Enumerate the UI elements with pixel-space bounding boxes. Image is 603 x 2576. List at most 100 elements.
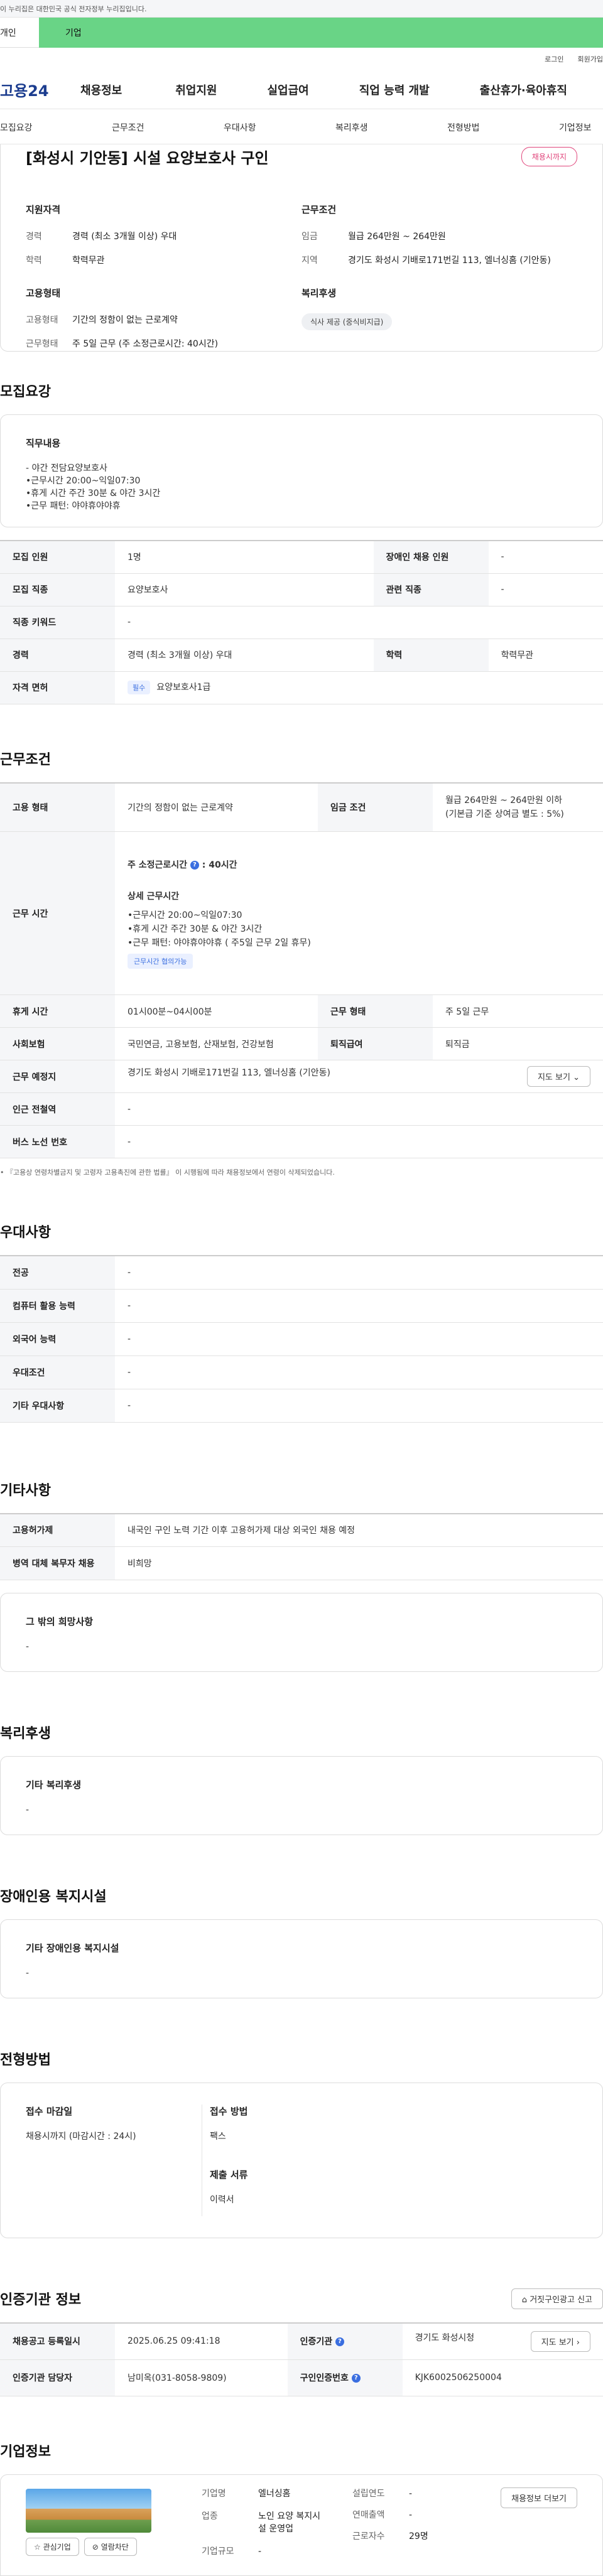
map-button[interactable]: 지도 보기 ⌄ <box>526 1066 590 1087</box>
summary-row: 근무형태 주 5일 근무 (주 소정근로시간: 40시간) <box>26 339 219 349</box>
global-nav: 고용24 채용정보 취업지원 실업급여 직업 능력 개발 출산휴가·육아휴직 <box>0 70 603 109</box>
block-company-button[interactable]: ⊘ 열람차단 <box>84 2537 137 2556</box>
summary-row: 지역 경기도 화성시 기배로171번길 113, 엘너싱홈 (기안동) <box>302 256 551 266</box>
table-row: 고용 형태 기간의 정함이 없는 근로계약 임금 조건 월급 264만원 ~ 26… <box>0 782 603 832</box>
gnb-job-info[interactable]: 채용정보 <box>80 82 122 98</box>
table-row: 우대조건 - <box>0 1355 603 1389</box>
gnb-maternity-leave[interactable]: 출산휴가·육아휴직 <box>480 82 567 98</box>
table-row: 채용공고 등록일시 2025.06.25 09:41:18 인증기관 ? 경기도 … <box>0 2323 603 2360</box>
summary-row: 고용형태 기간의 정함이 없는 근로계약 <box>26 315 178 325</box>
table-row: 휴게 시간 01시00분~04시00분 근무 형태 주 5일 근무 <box>0 994 603 1028</box>
gnb-employment-support[interactable]: 취업지원 <box>175 82 217 98</box>
table-row: 전공 - <box>0 1256 603 1290</box>
welfare-heading: 복리후생 <box>302 288 337 299</box>
table-row: 근무 예정지 경기도 화성시 기배로171번길 113, 엘너싱홈 (기안동) 지… <box>0 1060 603 1093</box>
selection-box: 접수 마감일 채용시까지 (마감시간 : 24시) 접수 방법 팩스 제출 서류… <box>0 2083 603 2238</box>
table-row: 병역 대체 복무자 채용 비희망 <box>0 1546 603 1580</box>
etc-section-title: 기타사항 <box>0 1482 51 1499</box>
other-wishes-box: 그 밖의 희망사항 - <box>0 1593 603 1672</box>
service-tabs: 개인 기업 <box>0 18 603 48</box>
table-row: 기타 우대사항 - <box>0 1389 603 1423</box>
welfare-chip: 식사 제공 (중식비지급) <box>302 313 393 330</box>
more-jobs-button[interactable]: 채용정보 더보기 <box>501 2487 577 2508</box>
tab-individual[interactable]: 개인 <box>0 18 39 48</box>
duty-line: •휴게 시간 주간 30분 & 야간 3시간 <box>26 488 161 498</box>
pref-section-title: 우대사항 <box>0 1225 51 1241</box>
info-icon[interactable]: ? <box>335 2337 344 2347</box>
duty-box: 직무내용 - 야간 전담요양보호사 •근무시간 20:00~익일07:30 •휴… <box>0 414 603 527</box>
welfare-section-title: 복리후생 <box>0 1726 51 1742</box>
condition-heading: 근무조건 <box>302 204 337 215</box>
summary-row: 임금 월급 264만원 ~ 264만원 <box>302 232 446 242</box>
agency-map-button[interactable]: 지도 보기 › <box>530 2331 590 2352</box>
table-row: 모집 인원 1명 장애인 채용 인원 - <box>0 541 603 574</box>
table-row: 직종 키워드 - <box>0 606 603 639</box>
required-tag: 필수 <box>128 681 151 694</box>
info-icon[interactable]: ? <box>351 2374 361 2383</box>
deadline-badge: 채용시까지 <box>521 147 577 166</box>
duty-line: •근무시간 20:00~익일07:30 <box>26 476 141 486</box>
anchor-work[interactable]: 근무조건 <box>112 121 144 134</box>
company-section-title: 기업정보 <box>0 2444 51 2460</box>
like-company-button[interactable]: ☆ 관심기업 <box>26 2537 79 2556</box>
negotiable-tag: 근무시간 협의가능 <box>128 953 193 969</box>
job-summary-card: [화성시 기안동] 시설 요양보호사 구인 채용시까지 지원자격 경력 경력 (최… <box>0 144 603 352</box>
table-row: 인근 전철역 - <box>0 1092 603 1126</box>
summary-row: 학력 학력무관 <box>26 256 105 266</box>
recruit-table: 모집 인원 1명 장애인 채용 인원 - 모집 직종 요양보호사 관련 직종 - 직종 … <box>0 540 603 704</box>
table-row: 컴퓨터 활용 능력 - <box>0 1289 603 1323</box>
table-row: 인증기관 담당자 남미옥(031-8058-9809) 구인인증번호 ? KJK6… <box>0 2359 603 2396</box>
table-row: 경력 경력 (최소 3개월 이상) 우대 학력 학력무관 <box>0 639 603 672</box>
table-row: 근무 시간 주 소정근로시간 ? : 40시간 상세 근무시간 •근무시간 20… <box>0 831 603 995</box>
chevron-down-icon: ⌄ <box>573 1073 580 1082</box>
age-notice: • 『고용상 연령차별금지 및 고령자 고용촉진에 관한 법률』 이 시행됨에 … <box>0 1168 335 1177</box>
gnb-unemployment-benefit[interactable]: 실업급여 <box>268 82 309 98</box>
login-link[interactable]: 로그인 <box>545 54 563 64</box>
logo[interactable]: 고용24 <box>0 78 63 100</box>
cert-header: 인증기관 정보 ⌂ 거짓구인광고 신고 <box>0 2288 603 2309</box>
info-icon[interactable]: ? <box>190 860 199 870</box>
summary-row: 경력 경력 (최소 3개월 이상) 우대 <box>26 232 177 242</box>
section-anchor-nav: 모집요강 근무조건 우대사항 복리후생 전형방법 기업정보 <box>0 109 603 144</box>
disabled-box: 기타 장애인용 복지시설 - <box>0 1919 603 1998</box>
anchor-welfare[interactable]: 복리후생 <box>335 121 368 134</box>
disabled-section-title: 장애인용 복지시설 <box>0 1889 107 1905</box>
company-box: ☆ 관심기업 ⊘ 열람차단 기업명 엘너싱홈 업종 노인 요양 복지시 설 운영업 기… <box>0 2474 603 2576</box>
table-row: 자격 면허 필수 요양보호사1급 <box>0 671 603 704</box>
duty-line: - 야간 전담요양보호사 <box>26 463 107 473</box>
deadline-value: 채용시까지 (마감시간 : 24시) <box>26 2131 136 2142</box>
duty-heading: 직무내용 <box>26 438 61 449</box>
anchor-company[interactable]: 기업정보 <box>559 121 592 134</box>
gnb-vocational-training[interactable]: 직업 능력 개발 <box>359 82 430 98</box>
recruit-section-title: 모집요강 <box>0 384 51 400</box>
welfare-box: 기타 복리후생 - <box>0 1756 603 1835</box>
table-row: 고용허가제 내국인 구인 노력 기간 이후 고용허가제 대상 외국인 채용 예정 <box>0 1513 603 1547</box>
job-title: [화성시 기안동] 시설 요양보호사 구인 <box>26 149 269 167</box>
star-icon: ☆ <box>34 2542 41 2552</box>
qualification-heading: 지원자격 <box>26 204 61 215</box>
tab-company[interactable]: 기업 <box>39 18 603 48</box>
chevron-right-icon: › <box>576 2337 580 2347</box>
work-table: 고용 형태 기간의 정함이 없는 근로계약 임금 조건 월급 264만원 ~ 26… <box>0 782 603 1158</box>
table-row: 사회보험 국민연금, 고용보험, 산재보험, 건강보험 퇴직급여 퇴직금 <box>0 1027 603 1060</box>
duty-line: •근무 패턴: 야야휴야야휴 <box>26 501 121 511</box>
utility-bar: 로그인 회원가입 <box>0 48 603 70</box>
work-section-title: 근무조건 <box>0 752 51 768</box>
block-icon: ⊘ <box>92 2542 99 2552</box>
anchor-selection[interactable]: 전형방법 <box>447 121 480 134</box>
report-button[interactable]: ⌂ 거짓구인광고 신고 <box>511 2288 603 2309</box>
home-icon: ⌂ <box>521 2295 528 2305</box>
cert-table: 채용공고 등록일시 2025.06.25 09:41:18 인증기관 ? 경기도 … <box>0 2322 603 2396</box>
table-row: 외국어 능력 - <box>0 1322 603 1356</box>
anchor-pref[interactable]: 우대사항 <box>224 121 256 134</box>
join-link[interactable]: 회원가입 <box>578 54 603 64</box>
table-row: 버스 노선 번호 - <box>0 1125 603 1158</box>
pref-table: 전공 - 컴퓨터 활용 능력 - 외국어 능력 - 우대조건 - 기타 우대사항 - <box>0 1255 603 1423</box>
company-photo <box>26 2488 151 2533</box>
anchor-recruit[interactable]: 모집요강 <box>0 121 33 134</box>
table-row: 모집 직종 요양보호사 관련 직종 - <box>0 573 603 606</box>
gov-banner: 이 누리집은 대한민국 공식 전자정부 누리집입니다. <box>0 0 603 18</box>
etc-table: 고용허가제 내국인 구인 노력 기간 이후 고용허가제 대상 외국인 채용 예정 … <box>0 1512 603 1580</box>
selection-section-title: 전형방법 <box>0 2052 51 2068</box>
employment-heading: 고용형태 <box>26 288 61 299</box>
